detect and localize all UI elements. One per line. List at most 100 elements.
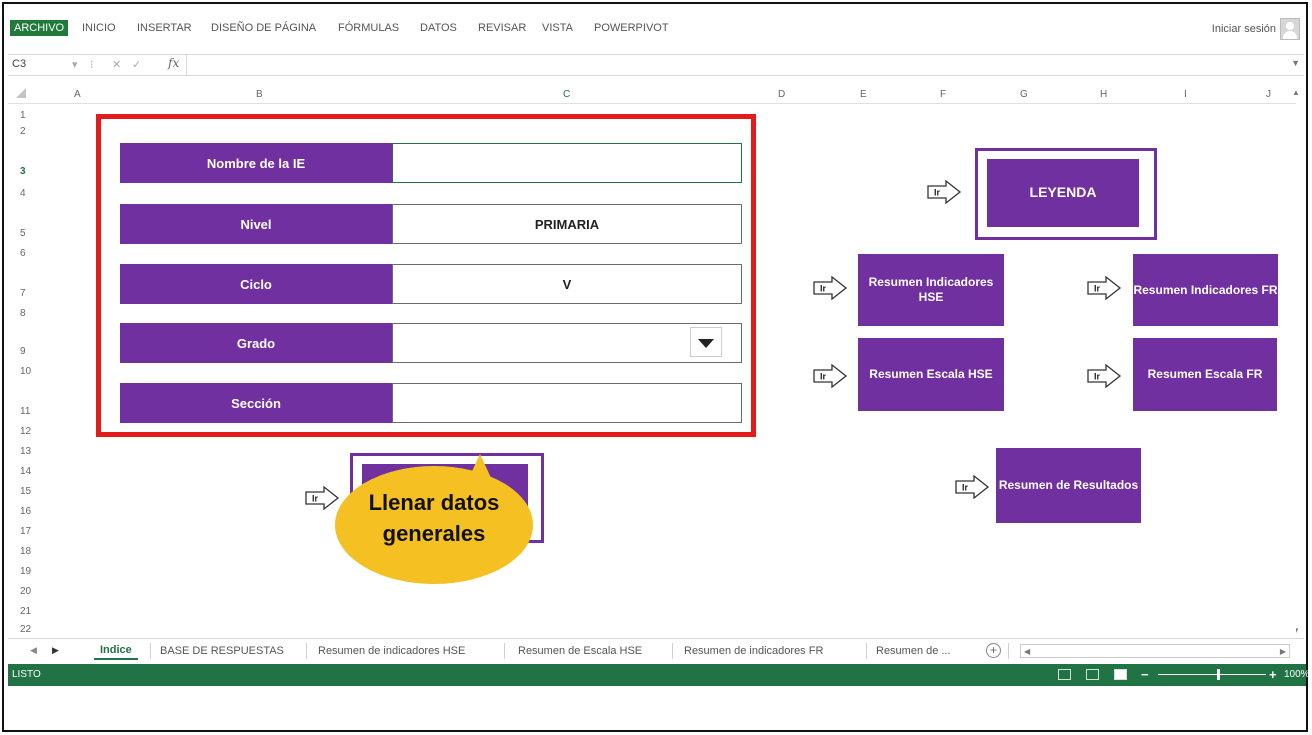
tab-datos[interactable]: DATOS — [420, 22, 457, 34]
col-header-g[interactable]: G — [1020, 89, 1028, 100]
row-header[interactable]: 20 — [20, 586, 31, 597]
next-sheet-icon[interactable]: ▶ — [52, 645, 59, 656]
row-header[interactable]: 4 — [20, 188, 26, 199]
scroll-right-icon[interactable]: ▶ — [1280, 647, 1286, 656]
col-header-i[interactable]: I — [1184, 89, 1187, 100]
scroll-left-icon[interactable]: ◀ — [1024, 647, 1030, 656]
col-header-e[interactable]: E — [860, 89, 867, 100]
tab-archivo[interactable]: ARCHIVO — [10, 20, 69, 36]
tab-powerpivot[interactable]: POWERPIVOT — [594, 22, 669, 34]
row-header[interactable]: 6 — [20, 248, 26, 259]
ir-arrow-icon[interactable]: Ir — [1086, 276, 1122, 300]
callout-line-1: Llenar datos — [368, 490, 500, 515]
row-header[interactable]: 8 — [20, 308, 26, 319]
leyenda-button[interactable]: LEYENDA — [987, 159, 1139, 227]
formula-input[interactable] — [186, 55, 1286, 75]
field-value-seccion[interactable] — [392, 383, 742, 423]
tab-diseno-pagina[interactable]: DISEÑO DE PÁGINA — [211, 22, 316, 34]
row-header[interactable]: 1 — [20, 110, 26, 121]
tab-vista[interactable]: VISTA — [542, 22, 573, 34]
zoom-slider-track[interactable] — [1158, 674, 1266, 675]
tab-formulas[interactable]: FÓRMULAS — [338, 22, 399, 34]
field-label-nombre-ie: Nombre de la IE — [120, 143, 392, 183]
enter-icon[interactable]: ✓ — [132, 58, 141, 71]
row-header[interactable]: 22 — [20, 624, 31, 635]
field-value-nivel[interactable]: PRIMARIA — [392, 204, 742, 244]
resumen-escala-fr-button[interactable]: Resumen Escala FR — [1133, 338, 1277, 411]
row-header[interactable]: 15 — [20, 486, 31, 497]
svg-text:Ir: Ir — [820, 284, 827, 294]
name-box[interactable]: C3 — [12, 58, 26, 70]
sheet-tab-resumen-indicadores-hse[interactable]: Resumen de indicadores HSE — [318, 645, 465, 657]
col-header-d[interactable]: D — [778, 89, 785, 100]
ir-arrow-icon[interactable]: Ir — [812, 364, 848, 388]
sheet-tab-base-respuestas[interactable]: BASE DE RESPUESTAS — [160, 645, 284, 657]
select-all-corner[interactable] — [16, 88, 26, 98]
name-box-dropdown-icon[interactable]: ▾ — [72, 58, 78, 71]
row-header[interactable]: 17 — [20, 526, 31, 537]
row-header[interactable]: 7 — [20, 288, 26, 299]
row-header[interactable]: 13 — [20, 446, 31, 457]
sheet-tab-resumen-indicadores-fr[interactable]: Resumen de indicadores FR — [684, 645, 823, 657]
row-header[interactable]: 10 — [20, 366, 31, 377]
row-header[interactable]: 19 — [20, 566, 31, 577]
page-break-view-icon[interactable] — [1114, 669, 1127, 680]
tab-separator — [866, 643, 867, 659]
row-header[interactable]: 9 — [20, 346, 26, 357]
zoom-in-icon[interactable]: + — [1269, 667, 1277, 682]
prev-sheet-icon[interactable]: ◀ — [30, 645, 37, 656]
row-header[interactable]: 21 — [20, 606, 31, 617]
ir-arrow-icon[interactable]: Ir — [926, 180, 962, 204]
field-value-ciclo[interactable]: V — [392, 264, 742, 304]
zoom-out-icon[interactable]: − — [1141, 667, 1149, 682]
row-header[interactable]: 11 — [20, 406, 30, 417]
horizontal-scrollbar[interactable]: ◀ ▶ — [1020, 644, 1290, 658]
add-sheet-icon[interactable]: + — [986, 643, 1001, 658]
row-header[interactable]: 14 — [20, 466, 31, 477]
tab-insertar[interactable]: INSERTAR — [137, 22, 192, 34]
col-header-a[interactable]: A — [74, 89, 81, 100]
ribbon-tabs: ARCHIVO INICIO INSERTAR DISEÑO DE PÁGINA… — [8, 16, 1304, 46]
col-header-h[interactable]: H — [1100, 89, 1107, 100]
zoom-level[interactable]: 100% — [1284, 669, 1310, 680]
sheet-tab-resumen-more[interactable]: Resumen de ... — [876, 645, 951, 657]
resumen-resultados-button[interactable]: Resumen de Resultados — [996, 448, 1141, 523]
svg-text:Ir: Ir — [934, 188, 941, 198]
grado-dropdown-icon[interactable] — [690, 327, 722, 357]
col-header-c[interactable]: C — [563, 89, 570, 100]
scroll-up-icon[interactable]: ▲ — [1292, 88, 1300, 97]
resumen-indicadores-hse-button[interactable]: Resumen Indicadores HSE — [858, 254, 1004, 326]
svg-text:Ir: Ir — [962, 483, 969, 493]
field-label-ciclo: Ciclo — [120, 264, 392, 304]
row-header[interactable]: 2 — [20, 126, 26, 137]
ir-arrow-icon[interactable]: Ir — [1086, 364, 1122, 388]
sheet-tab-indice[interactable]: Indice — [94, 642, 138, 660]
row-header[interactable]: 16 — [20, 506, 31, 517]
cancel-icon[interactable]: ✕ — [112, 58, 121, 71]
ir-arrow-icon[interactable]: Ir — [812, 276, 848, 300]
normal-view-icon[interactable] — [1058, 669, 1071, 680]
tab-inicio[interactable]: INICIO — [82, 22, 116, 34]
tab-separator — [672, 643, 673, 659]
page-layout-view-icon[interactable] — [1086, 669, 1099, 680]
status-bar: LISTO − + 100% — [8, 664, 1310, 686]
col-header-j[interactable]: J — [1266, 89, 1271, 100]
row-header[interactable]: 18 — [20, 546, 31, 557]
ir-arrow-icon[interactable]: Ir — [954, 475, 990, 499]
resumen-escala-hse-button[interactable]: Resumen Escala HSE — [858, 338, 1004, 411]
field-value-nombre-ie[interactable] — [392, 143, 742, 183]
row-header-active[interactable]: 3 — [20, 166, 26, 177]
sheet-tab-resumen-escala-hse[interactable]: Resumen de Escala HSE — [518, 645, 642, 657]
row-header[interactable]: 5 — [20, 228, 26, 239]
resumen-indicadores-fr-button[interactable]: Resumen Indicadores FR — [1133, 254, 1278, 326]
signin-link[interactable]: Iniciar sesión — [1212, 23, 1276, 35]
separator-icon: ⁝ — [90, 59, 94, 71]
user-avatar-icon[interactable] — [1280, 18, 1300, 40]
tab-revisar[interactable]: REVISAR — [478, 22, 526, 34]
expand-formula-icon[interactable]: ▼ — [1291, 58, 1300, 68]
col-header-f[interactable]: F — [940, 89, 946, 100]
row-header[interactable]: 12 — [20, 426, 31, 437]
zoom-slider-knob[interactable] — [1217, 669, 1220, 680]
col-header-b[interactable]: B — [256, 89, 263, 100]
insert-function-icon[interactable]: fx — [168, 56, 179, 70]
